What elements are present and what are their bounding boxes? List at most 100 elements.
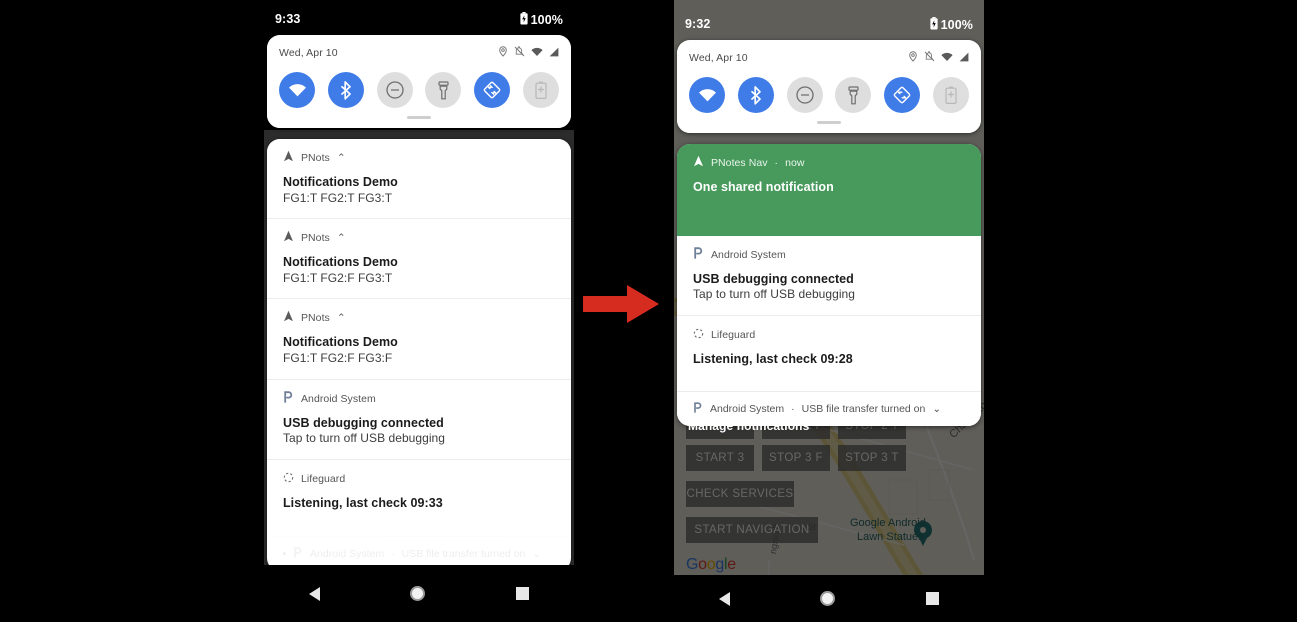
navigation-bar-left <box>264 565 574 622</box>
notification-shade-left[interactable]: Wed, Apr 10 <box>267 35 571 128</box>
chevron-down-icon[interactable]: ⌄ <box>532 548 541 560</box>
notifications-muted-icon <box>924 49 935 67</box>
recents-square-icon[interactable] <box>515 587 529 600</box>
status-bar-battery: 100% <box>520 12 563 28</box>
flashlight-tile[interactable] <box>425 72 462 108</box>
screenshot-canvas: 9:33 100% Wed, Apr 10 PNots ⌃ Notificati… <box>0 0 1297 622</box>
do-not-disturb-tile[interactable] <box>376 72 413 108</box>
manage-notifications-button[interactable]: Manage notifications <box>688 419 809 433</box>
phone-before: 9:33 100% Wed, Apr 10 PNots ⌃ Notificati… <box>264 0 574 622</box>
notification-item-3[interactable]: Android System USB debugging connected T… <box>267 378 571 459</box>
auto-rotate-tile[interactable] <box>474 72 511 108</box>
quick-settings-tiles-left <box>267 62 571 112</box>
signal-bars-icon <box>549 44 559 62</box>
do-not-disturb-tile[interactable] <box>786 77 823 113</box>
notification-title: Listening, last check 09:28 <box>693 351 853 366</box>
chevron-down-icon[interactable]: ⌄ <box>932 403 941 415</box>
bluetooth-tile[interactable] <box>737 77 774 113</box>
recents-square-icon[interactable] <box>925 592 939 605</box>
flashlight-tile[interactable] <box>835 77 872 113</box>
notification-text: FG1:T FG2:F FG3:T <box>283 270 393 285</box>
home-circle-icon[interactable] <box>820 591 836 606</box>
notification-text: FG1:T FG2:T FG3:T <box>283 190 393 205</box>
notification-list-right[interactable]: PNotes Nav · now One shared notification… <box>677 144 981 427</box>
back-triangle-icon[interactable] <box>719 591 731 606</box>
notification-item-4[interactable]: Lifeguard Listening, last check 09:33 <box>267 458 571 536</box>
location-pin-icon <box>908 49 918 67</box>
notification-list-left[interactable]: PNots ⌃ Notifications Demo FG1:T FG2:T F… <box>267 139 571 571</box>
quick-settings-date: Wed, Apr 10 <box>279 47 338 59</box>
battery-saver-tile[interactable] <box>522 72 559 108</box>
wifi-tile[interactable] <box>689 77 725 113</box>
notification-header: Android System <box>693 246 965 264</box>
notification-title: USB debugging connected <box>693 271 854 286</box>
shade-drag-handle-right[interactable] <box>677 117 981 133</box>
quick-settings-header-right: Wed, Apr 10 <box>677 40 981 67</box>
location-pin-icon <box>498 44 508 62</box>
collapsed-separator: · <box>791 403 795 416</box>
notifications-muted-icon <box>514 44 525 62</box>
quick-settings-panel-right: Wed, Apr 10 <box>677 40 981 133</box>
battery-saver-tile[interactable] <box>932 77 969 113</box>
shade-drag-handle-left[interactable] <box>267 112 571 128</box>
notification-item-1[interactable]: PNots ⌃ Notifications Demo FG1:T FG2:F F… <box>267 218 571 299</box>
notification-item-0[interactable]: PNots ⌃ Notifications Demo FG1:T FG2:T F… <box>267 139 571 219</box>
notification-time: now <box>785 157 805 169</box>
android-system-icon <box>293 546 303 561</box>
notification-item-2[interactable]: PNots ⌃ Notifications Demo FG1:T FG2:F F… <box>267 298 571 379</box>
battery-full-icon <box>930 17 938 33</box>
notification-item-shared[interactable]: PNotes Nav · now One shared notification <box>677 144 981 236</box>
notification-app-name: Android System <box>711 248 786 261</box>
navigation-arrow-icon <box>283 309 294 327</box>
wifi-icon <box>531 44 543 62</box>
notification-header: Lifeguard <box>283 470 555 488</box>
bluetooth-tile[interactable] <box>327 72 364 108</box>
notification-title: USB debugging connected <box>283 415 444 430</box>
lifeguard-icon <box>283 470 294 488</box>
signal-bars-icon <box>959 49 969 67</box>
navigation-arrow-icon <box>283 229 294 247</box>
collapsed-text: USB file transfer turned on <box>401 547 526 560</box>
notification-item-usb[interactable]: Android System USB debugging connected T… <box>677 235 981 315</box>
notification-title: One shared notification <box>693 180 834 194</box>
collapsed-app-name: Android System <box>710 403 785 416</box>
home-circle-icon[interactable] <box>410 586 426 601</box>
transition-arrow-icon <box>583 285 659 328</box>
notification-item-lifeguard[interactable]: Lifeguard Listening, last check 09:28 <box>677 314 981 392</box>
flashlight-icon <box>438 80 449 99</box>
navigation-arrow-icon <box>283 149 294 167</box>
back-triangle-icon[interactable] <box>309 586 321 601</box>
notification-shade-right[interactable]: Wed, Apr 10 <box>677 40 981 133</box>
auto-rotate-tile[interactable] <box>884 77 921 113</box>
navigation-bar-right <box>674 575 984 622</box>
bluetooth-icon <box>750 85 761 105</box>
wifi-icon <box>941 49 953 67</box>
status-bar-battery: 100% <box>930 17 973 33</box>
status-bar-time: 9:32 <box>685 17 711 31</box>
collapsed-bullet-icon <box>283 552 286 555</box>
wifi-tile[interactable] <box>279 72 315 108</box>
minus-circle-icon <box>385 81 404 99</box>
status-bar-time: 9:33 <box>275 12 301 26</box>
chevron-up-icon[interactable]: ⌃ <box>337 312 346 324</box>
lifeguard-icon <box>693 326 704 344</box>
notification-header: PNots ⌃ <box>283 229 555 247</box>
collapsed-separator: · <box>391 547 395 560</box>
notification-separator: · <box>774 157 779 169</box>
notification-header: PNots ⌃ <box>283 149 555 167</box>
minus-circle-icon <box>795 86 814 104</box>
chevron-up-icon[interactable]: ⌃ <box>337 152 346 164</box>
notification-app-name: PNots <box>301 152 330 164</box>
chevron-up-icon[interactable]: ⌃ <box>337 232 346 244</box>
status-icons-group-right <box>908 49 969 67</box>
notification-app-name: PNotes Nav <box>711 157 768 169</box>
auto-rotate-icon <box>893 86 911 104</box>
quick-settings-date: Wed, Apr 10 <box>689 52 748 64</box>
notification-title: Listening, last check 09:33 <box>283 495 443 510</box>
notification-title: Notifications Demo <box>283 175 398 189</box>
battery-plus-icon <box>535 81 547 99</box>
collapsed-text: USB file transfer turned on <box>801 403 926 416</box>
android-system-icon <box>693 246 704 264</box>
android-system-icon <box>693 402 703 416</box>
notification-app-name: Android System <box>301 392 376 405</box>
